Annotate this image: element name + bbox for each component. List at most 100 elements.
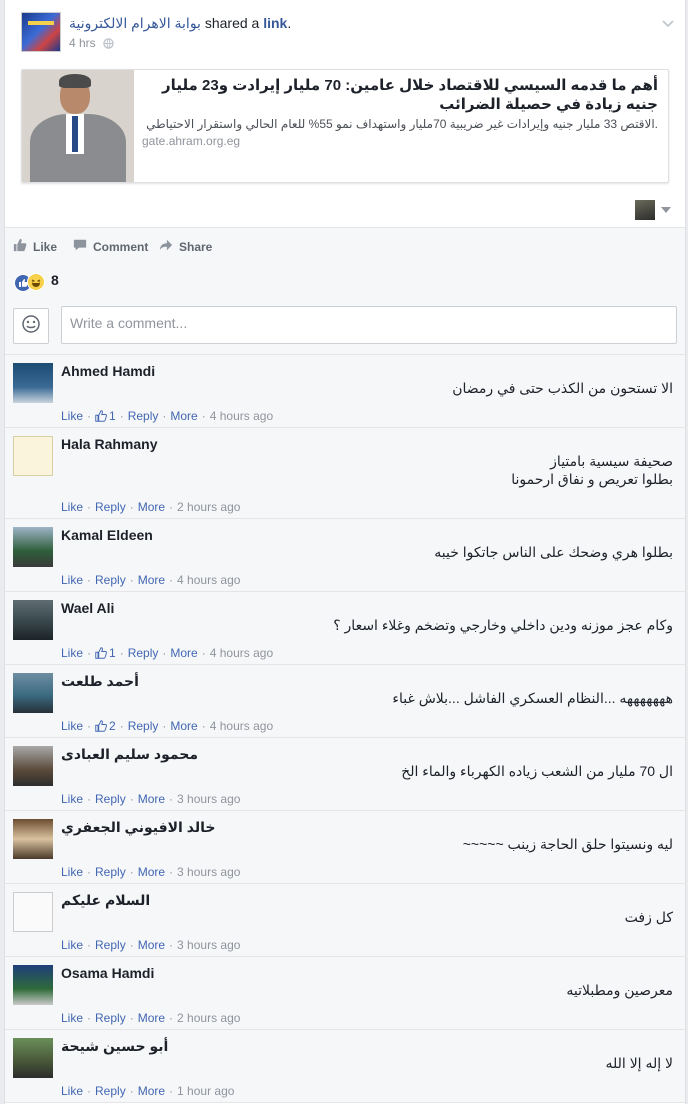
link-preview-card[interactable]: أهم ما قدمه السيسي للاقتصاد خلال عامين: …	[21, 69, 669, 183]
commenter-avatar[interactable]	[13, 527, 53, 567]
comment-meta: Like · Reply · More · 2 hours ago	[61, 500, 241, 514]
post-time-text[interactable]: 4 hrs	[69, 36, 96, 50]
comment-input[interactable]: Write a comment...	[61, 306, 677, 344]
commenter-avatar[interactable]	[13, 363, 53, 403]
period: .	[287, 15, 292, 31]
comment-reply-link[interactable]: Reply	[95, 500, 126, 514]
comment-item: محمود سليم العبادى ال 70 مليار من الشعب …	[5, 738, 685, 811]
comment-reply-link[interactable]: Reply	[95, 573, 126, 587]
comment-text-line: صحيفة سيسية بامتياز	[550, 453, 673, 469]
thumbs-up-icon	[13, 238, 27, 255]
comment-like-link[interactable]: Like	[61, 792, 83, 806]
comment-reply-link[interactable]: Reply	[128, 409, 159, 423]
reaction-count[interactable]: 8	[51, 272, 59, 288]
comment-label: Comment	[93, 239, 149, 254]
commenter-avatar[interactable]	[13, 436, 53, 476]
commenter-name[interactable]: Kamal Eldeen	[61, 527, 153, 543]
comment-like-count[interactable]: 2	[95, 719, 116, 733]
comment-time[interactable]: 4 hours ago	[210, 646, 273, 660]
share-as-selector[interactable]	[635, 200, 671, 222]
commenter-name[interactable]: Ahmed Hamdi	[61, 363, 155, 379]
comment-like-link[interactable]: Like	[61, 938, 83, 952]
commenter-avatar[interactable]	[13, 965, 53, 1005]
commenter-name[interactable]: خالد الافيوني الجعفري	[61, 819, 215, 836]
comment-time[interactable]: 4 hours ago	[210, 409, 273, 423]
comment-item: أحمد طلعت هههههههه ...النظام العسكري الف…	[5, 665, 685, 738]
comment-text-line: لا إله إلا الله	[605, 1055, 673, 1071]
comment-time[interactable]: 4 hours ago	[210, 719, 273, 733]
comment-more-link[interactable]: More	[170, 719, 197, 733]
shared-text: shared a	[204, 15, 260, 31]
comment-like-link[interactable]: Like	[61, 1011, 83, 1025]
comment-reply-link[interactable]: Reply	[95, 792, 126, 806]
link-word[interactable]: link	[263, 15, 287, 31]
comment-time[interactable]: 3 hours ago	[177, 865, 240, 879]
commenter-name[interactable]: Wael Ali	[61, 600, 114, 616]
comment-reply-link[interactable]: Reply	[95, 1011, 126, 1025]
commenter-avatar[interactable]	[13, 892, 53, 932]
comment-like-link[interactable]: Like	[61, 500, 83, 514]
comment-button[interactable]: Comment	[73, 238, 148, 255]
comment-more-link[interactable]: More	[138, 938, 165, 952]
comment-text-line: بطلوا تعريص و نفاق ارحمونا	[511, 471, 673, 487]
chevron-down-icon[interactable]	[661, 16, 675, 30]
commenter-avatar[interactable]	[13, 819, 53, 859]
commenter-avatar[interactable]	[13, 673, 53, 713]
comment-reply-link[interactable]: Reply	[95, 938, 126, 952]
share-button[interactable]: Share	[159, 238, 212, 255]
commenter-name[interactable]: أحمد طلعت	[61, 673, 139, 690]
comment-like-link[interactable]: Like	[61, 719, 83, 733]
post-time[interactable]: 4 hrs	[69, 36, 114, 52]
comment-meta: Like · 2 · Reply · More · 4 hours ago	[61, 719, 274, 733]
reactions-summary[interactable]: 8	[5, 264, 685, 296]
comment-text-line: الا تستحون من الكذب حتى في رمضان	[452, 380, 673, 396]
comment-item: Kamal Eldeen بطلوا هري وضحك على الناس جا…	[5, 519, 685, 592]
comment-text: الا تستحون من الكذب حتى في رمضان	[61, 379, 673, 397]
page-avatar[interactable]	[21, 12, 61, 52]
comment-reply-link[interactable]: Reply	[128, 719, 159, 733]
comment-more-link[interactable]: More	[138, 1084, 165, 1098]
comment-like-count[interactable]: 1	[95, 409, 116, 423]
comment-time[interactable]: 2 hours ago	[177, 500, 240, 514]
commenter-name[interactable]: Osama Hamdi	[61, 965, 154, 981]
page-name-link[interactable]: بوابة الاهرام الالكترونية	[69, 15, 201, 31]
comment-reply-link[interactable]: Reply	[95, 865, 126, 879]
commenter-name[interactable]: السلام عليكم	[61, 892, 150, 909]
commenter-name[interactable]: محمود سليم العبادى	[61, 746, 198, 763]
comment-more-link[interactable]: More	[138, 792, 165, 806]
comment-more-link[interactable]: More	[138, 573, 165, 587]
comment-like-link[interactable]: Like	[61, 1084, 83, 1098]
comment-meta: Like · Reply · More · 3 hours ago	[61, 792, 241, 806]
comment-text: لا إله إلا الله	[61, 1054, 673, 1072]
comment-like-link[interactable]: Like	[61, 573, 83, 587]
comment-time[interactable]: 3 hours ago	[177, 792, 240, 806]
comment-text: بطلوا هري وضحك على الناس جاتكوا خيبه	[61, 543, 673, 561]
comment-reply-link[interactable]: Reply	[128, 646, 159, 660]
comment-like-link[interactable]: Like	[61, 865, 83, 879]
commenter-avatar[interactable]	[13, 1038, 53, 1078]
comment-reply-link[interactable]: Reply	[95, 1084, 126, 1098]
globe-icon	[103, 38, 114, 52]
commenter-name[interactable]: أبو حسين شيحة	[61, 1038, 168, 1055]
link-title[interactable]: أهم ما قدمه السيسي للاقتصاد خلال عامين: …	[142, 76, 658, 114]
comment-time[interactable]: 3 hours ago	[177, 938, 240, 952]
comment-like-count[interactable]: 1	[95, 646, 116, 660]
link-preview-image[interactable]	[22, 70, 134, 182]
comment-time[interactable]: 2 hours ago	[177, 1011, 240, 1025]
commenter-name[interactable]: Hala Rahmany	[61, 436, 157, 452]
like-label: Like	[33, 239, 58, 254]
comment-more-link[interactable]: More	[170, 409, 197, 423]
comment-more-link[interactable]: More	[138, 500, 165, 514]
comment-more-link[interactable]: More	[170, 646, 197, 660]
emoji-button[interactable]	[13, 308, 49, 344]
comment-like-link[interactable]: Like	[61, 646, 83, 660]
comment-item: Wael Ali وكام عجز موزنه ودين داخلي وخارج…	[5, 592, 685, 665]
comment-time[interactable]: 4 hours ago	[177, 573, 240, 587]
comment-more-link[interactable]: More	[138, 865, 165, 879]
like-button[interactable]: Like	[13, 238, 57, 255]
comment-more-link[interactable]: More	[138, 1011, 165, 1025]
comment-like-link[interactable]: Like	[61, 409, 83, 423]
commenter-avatar[interactable]	[13, 600, 53, 640]
comment-time[interactable]: 1 hour ago	[177, 1084, 234, 1098]
commenter-avatar[interactable]	[13, 746, 53, 786]
